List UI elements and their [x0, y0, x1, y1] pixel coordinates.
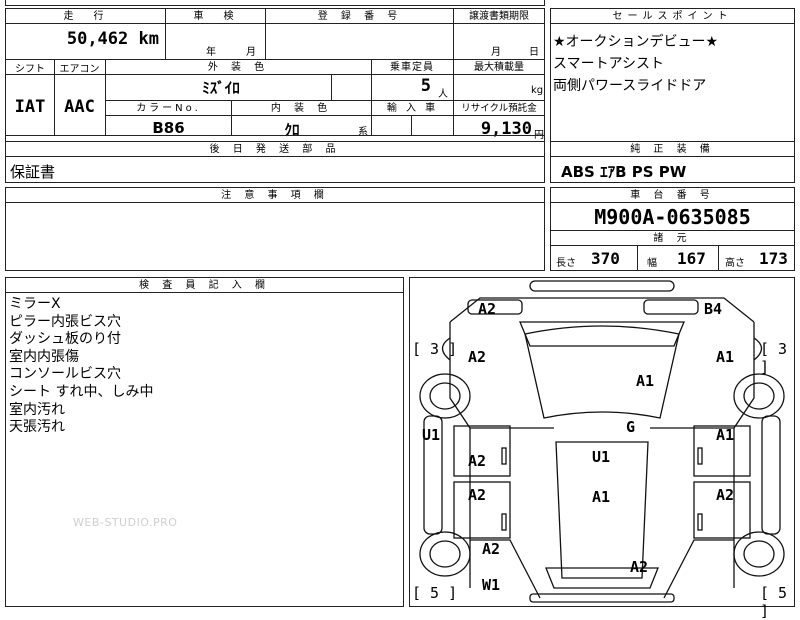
height-label: 高さ: [725, 258, 745, 269]
sales-point-box: セールスポイント ★オークションデビュー★ スマートアシスト 両側パワースライド…: [550, 8, 795, 142]
inspector-note: 天張汚れ: [9, 419, 65, 436]
inspector-notes-list: ミラーX ピラー内張ビス穴 ダッシュ板のり付 室内内張傷 コンソールビス穴 シー…: [9, 296, 153, 437]
shift-header: シフト: [6, 60, 54, 75]
inspector-note: ダッシュ板のり付: [9, 331, 121, 348]
label-bracket-left-lower: [ 5 ]: [412, 584, 458, 602]
later-parts-value: 保証書: [10, 163, 56, 181]
label-center-lower: A1: [592, 488, 611, 506]
import-header: 輸 入 車: [372, 101, 453, 116]
label-rear-center: A2: [630, 558, 649, 576]
length-label: 長さ: [556, 258, 576, 269]
label-bracket-right-lower: [ 5 ]: [760, 584, 788, 620]
label-console: G: [626, 418, 636, 436]
later-parts-box: 後 日 発 送 部 品 保証書: [5, 141, 545, 183]
interior-color-value: ｸﾛ: [284, 121, 300, 139]
mileage-header: 走 行: [6, 9, 166, 24]
inspector-note: ピラー内張ビス穴: [9, 313, 121, 330]
mileage-number: 50,462: [66, 29, 129, 49]
mileage-unit: km: [138, 29, 159, 49]
sales-point-header: セールスポイント: [551, 9, 794, 24]
capacity-value: 5: [420, 76, 431, 96]
label-right-door-upper: A1: [716, 426, 735, 444]
sales-point-2: スマートアシスト: [553, 56, 665, 72]
standard-equipment-box: 純 正 装 備 ABS ｴｱB PS PW: [550, 141, 795, 183]
sales-point-1: ★オークションデビュー★: [553, 34, 719, 50]
mileage-value: 50,462 km: [6, 29, 164, 49]
height-value: 173: [759, 249, 788, 268]
inspection-year-unit: 年: [206, 47, 216, 58]
capacity-unit: 人: [438, 89, 448, 100]
inspection-header: 車 検: [166, 9, 266, 24]
inspection-month-unit: 月: [246, 47, 256, 58]
later-parts-header: 後 日 発 送 部 品: [6, 142, 544, 157]
label-left-door-upper: A2: [468, 452, 487, 470]
standard-equipment-value: ABS ｴｱB PS PW: [561, 163, 687, 181]
label-top-left: A2: [478, 300, 497, 318]
width-label: 幅: [647, 258, 657, 269]
standard-equipment-header: 純 正 装 備: [551, 142, 794, 157]
width-value: 167: [677, 249, 706, 268]
inspector-note: 室内内張傷: [9, 348, 79, 365]
inspector-notes-header: 検 査 員 記 入 欄: [6, 278, 403, 293]
inspector-note: ミラーX: [9, 296, 61, 312]
label-left-rear: A2: [482, 540, 501, 558]
watermark: WEB-STUDIO.PRO: [73, 516, 178, 529]
label-dash: A1: [636, 372, 655, 390]
label-center: U1: [592, 448, 611, 466]
recycle-header: リサイクル預託金: [454, 101, 544, 116]
color-no-header: カラーNo.: [106, 101, 231, 116]
vehicle-info-grid: 走 行 車 検 登 録 番 号 譲渡書類期限 50,462 km 年 月 月 日…: [5, 8, 545, 142]
notes-box: 注 意 事 項 欄: [5, 187, 545, 271]
max-load-unit: kg: [531, 85, 544, 96]
car-diagram: [419, 280, 785, 603]
max-load-header: 最大積載量: [454, 60, 544, 75]
top-strip: [5, 0, 545, 6]
chassis-number-value: M900A-0635085: [594, 205, 751, 229]
car-diagram-box: A2 B4 [ 3 ] [ 3 ] A2 A1 A1 U1 G A2 U1 A1…: [409, 277, 795, 620]
label-bracket-right-upper: [ 3 ]: [760, 340, 788, 376]
exterior-color-header: 外 装 色: [106, 60, 371, 75]
sales-point-3: 両側パワースライドドア: [553, 78, 707, 94]
interior-color-header: 内 装 色: [232, 101, 371, 116]
specs-row: 長さ 370 幅 167 高さ 173: [551, 246, 794, 270]
aircon-header: エアコン: [54, 60, 105, 75]
recycle-unit: 円: [534, 126, 544, 141]
label-bracket-left-upper: [ 3 ]: [412, 340, 458, 358]
length-value: 370: [591, 249, 620, 268]
inspector-notes-box: 検 査 員 記 入 欄 ミラーX ピラー内張ビス穴 ダッシュ板のり付 室内内張傷…: [5, 277, 404, 607]
registration-header: 登 録 番 号: [266, 9, 454, 24]
shift-value: IAT: [14, 97, 46, 117]
aircon-value: AAC: [64, 97, 95, 117]
transfer-month-unit: 月: [491, 47, 501, 58]
transfer-day-unit: 日: [529, 47, 539, 58]
label-left-door-lower: A2: [468, 486, 487, 504]
capacity-header: 乗車定員: [371, 60, 453, 75]
recycle-value: 9,130: [480, 119, 532, 139]
label-right-door-lower: A2: [716, 486, 735, 504]
notes-header: 注 意 事 項 欄: [6, 188, 544, 203]
inspector-note: コンソールビス穴: [9, 366, 121, 383]
specs-header: 諸 元: [551, 230, 794, 246]
chassis-box: 車 台 番 号 M900A-0635085 諸 元 長さ 370 幅 167 高…: [550, 187, 795, 271]
transfer-deadline-header: 譲渡書類期限: [454, 9, 544, 24]
label-left-rear-bottom: W1: [482, 576, 501, 594]
label-left-side: U1: [422, 426, 441, 444]
label-top-right: B4: [704, 300, 723, 318]
chassis-number-header: 車 台 番 号: [551, 188, 794, 203]
exterior-color-value: ﾐｽﾞｲﾛ: [202, 79, 240, 97]
label-left-front-seat: A2: [468, 348, 487, 366]
label-right-front-seat: A1: [716, 348, 735, 366]
inspector-note: シート すれ中、しみ中: [9, 383, 154, 400]
inspector-note: 室内汚れ: [9, 401, 65, 418]
